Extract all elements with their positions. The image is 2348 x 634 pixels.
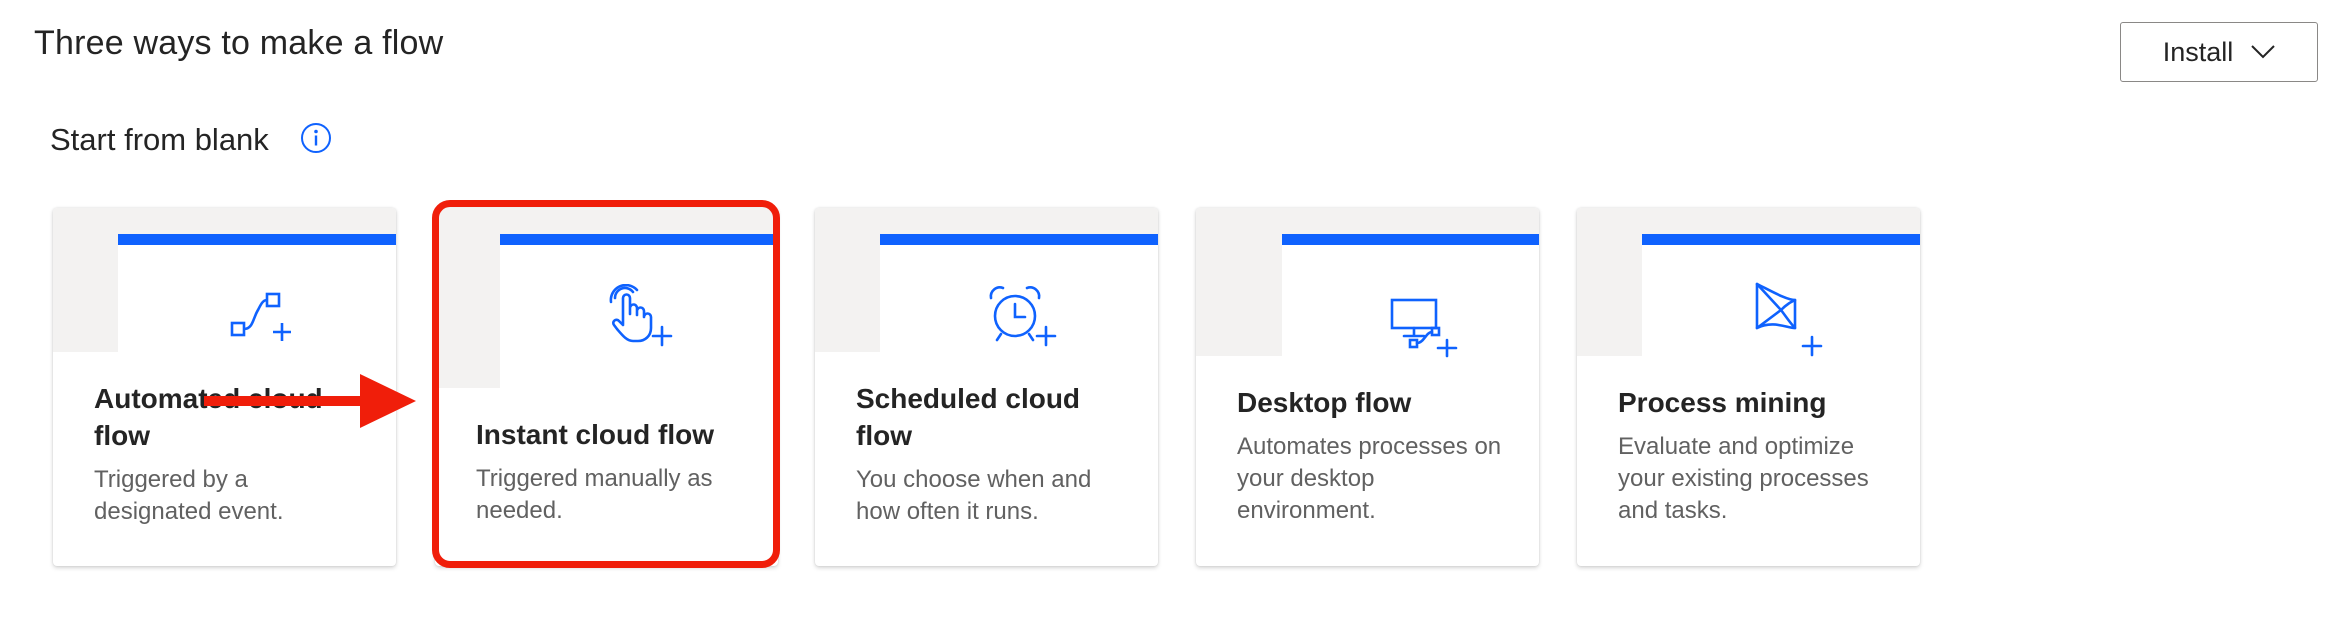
card-process-mining[interactable]: Process mining Evaluate and optimize you… bbox=[1577, 208, 1920, 566]
install-button[interactable]: Install bbox=[2120, 22, 2318, 82]
card-desc-line: how often it runs. bbox=[856, 498, 1039, 525]
card-description: Evaluate and optimize your existing proc… bbox=[1618, 431, 1900, 527]
card-body: Automated cloud flow Triggered by a desi… bbox=[94, 380, 376, 528]
card-title-line: Automated cloud bbox=[94, 383, 323, 414]
card-desc-line: Triggered manually as bbox=[476, 465, 713, 492]
card-description: Triggered by a designated event. bbox=[94, 464, 376, 528]
card-desc-line: environment. bbox=[1237, 497, 1376, 524]
card-title: Process mining bbox=[1618, 384, 1900, 421]
card-description: Triggered manually as needed. bbox=[476, 463, 758, 527]
card-body: Desktop flow Automates processes on your… bbox=[1237, 384, 1519, 527]
info-icon[interactable] bbox=[300, 122, 332, 154]
card-desc-line: You choose when and bbox=[856, 466, 1092, 493]
card-desc-line: designated event. bbox=[94, 498, 284, 525]
page-title: Three ways to make a flow bbox=[34, 24, 444, 62]
card-body: Process mining Evaluate and optimize you… bbox=[1618, 384, 1900, 527]
card-desc-line: your desktop bbox=[1237, 465, 1375, 492]
card-description: You choose when and how often it runs. bbox=[856, 464, 1138, 528]
card-desc-line: needed. bbox=[476, 497, 563, 524]
card-title-line: flow bbox=[94, 420, 150, 451]
install-label: Install bbox=[2162, 36, 2234, 67]
card-title-line: Process mining bbox=[1618, 387, 1827, 418]
card-scheduled-cloud-flow[interactable]: Scheduled cloud flow You choose when and… bbox=[815, 208, 1158, 566]
card-title: Automated cloud flow bbox=[94, 380, 376, 454]
card-desc-line: Triggered by a bbox=[94, 466, 248, 493]
card-title-line: Scheduled cloud bbox=[856, 383, 1081, 414]
card-desc-line: Evaluate and optimize bbox=[1618, 433, 1855, 460]
card-desc-line: your existing processes bbox=[1618, 465, 1869, 492]
card-title-line: Instant cloud flow bbox=[476, 419, 714, 450]
section-title: Start from blank bbox=[50, 122, 269, 157]
card-desktop-flow[interactable]: Desktop flow Automates processes on your… bbox=[1196, 208, 1539, 566]
card-title-line: Desktop flow bbox=[1237, 387, 1412, 418]
card-body: Instant cloud flow Triggered manually as… bbox=[476, 416, 758, 527]
process-mining-icon bbox=[1755, 282, 1823, 357]
card-title: Instant cloud flow bbox=[476, 416, 758, 453]
card-automated-cloud-flow[interactable]: Automated cloud flow Triggered by a desi… bbox=[53, 208, 396, 566]
alarm-clock-icon bbox=[989, 286, 1057, 347]
card-instant-cloud-flow[interactable]: Instant cloud flow Triggered manually as… bbox=[435, 208, 778, 566]
card-desc-line: and tasks. bbox=[1618, 497, 1728, 524]
chevron-down-icon bbox=[2251, 45, 2275, 59]
card-title: Scheduled cloud flow bbox=[856, 380, 1138, 454]
instant-flow-icon bbox=[609, 284, 673, 347]
card-desc-line: Automates processes on bbox=[1237, 433, 1502, 460]
desktop-flow-icon bbox=[1390, 298, 1458, 358]
automated-flow-icon bbox=[230, 292, 291, 341]
card-title: Desktop flow bbox=[1237, 384, 1519, 421]
card-body: Scheduled cloud flow You choose when and… bbox=[856, 380, 1138, 528]
card-title-line: flow bbox=[856, 420, 912, 451]
card-description: Automates processes on your desktop envi… bbox=[1237, 431, 1519, 527]
